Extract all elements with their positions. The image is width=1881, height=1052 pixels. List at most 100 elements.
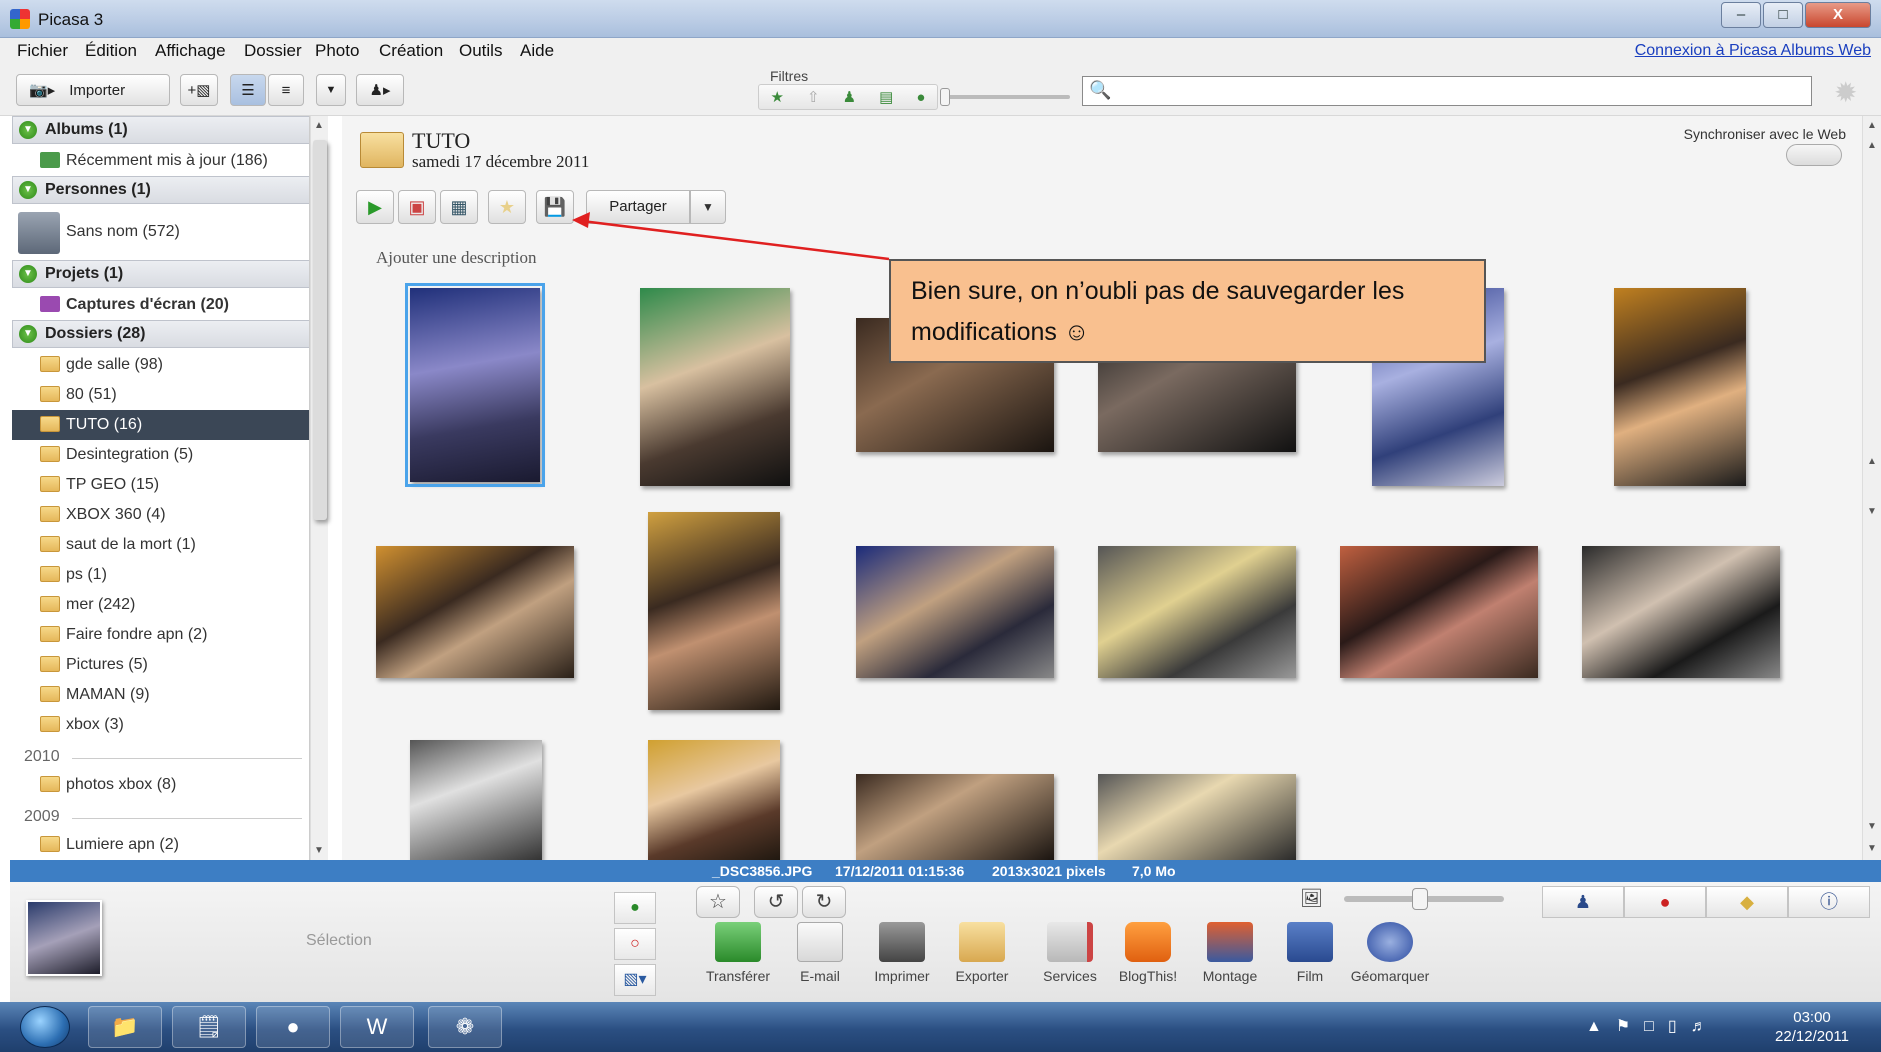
list-view-button[interactable]: ≡ [268,74,304,106]
photo-thumbnail[interactable] [1098,546,1296,678]
sidebar-item-folder[interactable]: Pictures (5) [12,650,309,680]
projects-section-header[interactable]: ▼ Projets (1) [12,260,309,288]
geotag-action[interactable]: Géomarquer [1350,922,1430,984]
filter-upload-icon[interactable]: ⇧ [807,88,820,106]
sidebar-item-folder[interactable]: Faire fondre apn (2) [12,620,309,650]
create-collage-button[interactable]: ▣ [398,190,436,224]
hold-button[interactable]: ● [614,892,656,924]
filter-person-icon[interactable]: ♟ [843,88,856,106]
picasa-taskbar-icon[interactable]: ❁ [428,1006,502,1048]
scroll-down-icon[interactable]: ▼ [314,845,324,856]
movie-action[interactable]: Film [1270,922,1350,984]
scroll-up-icon[interactable]: ▲ [1867,140,1877,151]
rotate-left-button[interactable]: ↺ [754,886,798,918]
sidebar-item-folder[interactable]: gde salle (98) [12,350,309,380]
photo-thumbnail[interactable] [856,546,1054,678]
places-panel-tab[interactable]: ● [1624,886,1706,918]
blogthis-action[interactable]: BlogThis! [1108,922,1188,984]
photo-thumbnail[interactable] [640,288,790,486]
export-action[interactable]: Exporter [942,922,1022,984]
menu-aide[interactable]: Aide [520,41,554,61]
sidebar-item-folder[interactable]: Lumiere apn (2) [12,830,309,860]
print-action[interactable]: Imprimer [862,922,942,984]
picasa-web-login-link[interactable]: Connexion à Picasa Albums Web [1635,42,1871,60]
clear-selection-button[interactable]: ○ [614,928,656,960]
sidebar-item-folder[interactable]: Desintegration (5) [12,440,309,470]
sidebar-item-folder[interactable]: saut de la mort (1) [12,530,309,560]
sidebar-item-folder[interactable]: photos xbox (8) [12,770,309,800]
email-action[interactable]: E-mail [780,922,860,984]
sidebar-item-folder[interactable]: XBOX 360 (4) [12,500,309,530]
view-dropdown-button[interactable]: ▼ [316,74,346,106]
photo-thumbnail-selected[interactable] [405,283,545,487]
menu-dossier[interactable]: Dossier [244,41,302,61]
sidebar-item-folder[interactable]: 80 (51) [12,380,309,410]
photo-thumbnail[interactable] [648,740,780,860]
menu-edition[interactable]: Édition [85,41,137,61]
scroll-bottom-icon[interactable]: ▼ [1867,843,1877,854]
start-button[interactable] [20,1006,70,1048]
add-to-album-button[interactable]: +▧ [180,74,218,106]
scroll-top-icon[interactable]: ▲ [1867,120,1877,131]
thumbnail-view-button[interactable]: ☰ [230,74,266,106]
filter-movie-icon[interactable]: ▤ [879,88,893,106]
people-view-button[interactable]: ♟▸ [356,74,404,106]
taskbar-clock[interactable]: 03:00 22/12/2011 [1775,1008,1849,1046]
share-dropdown-button[interactable]: ▼ [690,190,726,224]
people-panel-tab[interactable]: ♟ [1542,886,1624,918]
sidebar-item-folder[interactable]: mer (242) [12,590,309,620]
filter-geotag-icon[interactable]: ● [916,89,925,106]
sync-web-toggle[interactable] [1786,144,1842,166]
chrome-taskbar-icon[interactable]: ● [256,1006,330,1048]
photo-thumbnail[interactable] [1098,774,1296,860]
notes-taskbar-icon[interactable]: 🗒 [172,1006,246,1048]
collapse-triangle-icon[interactable]: ▼ [19,121,37,139]
photo-thumbnail[interactable] [856,774,1054,860]
collapse-triangle-icon[interactable]: ▼ [19,265,37,283]
album-scrollbar[interactable]: ▲ ▲ ▲ ▼ ▼ ▼ [1862,116,1881,860]
folders-section-header[interactable]: ▼ Dossiers (28) [12,320,309,348]
share-button[interactable]: Partager [586,190,690,224]
sidebar-item-screenshots[interactable]: Captures d'écran (20) [12,290,309,320]
menu-fichier[interactable]: Fichier [17,41,68,61]
scroll-up-icon[interactable]: ▲ [314,120,324,131]
tray-photo-thumbnail[interactable] [26,900,102,976]
menu-affichage[interactable]: Affichage [155,41,226,61]
sidebar-item-folder[interactable]: xbox (3) [12,710,309,740]
tags-panel-tab[interactable]: ◆ [1706,886,1788,918]
collapse-triangle-icon[interactable]: ▼ [19,325,37,343]
slideshow-button[interactable]: ▶ [356,190,394,224]
date-filter-slider-knob[interactable] [940,88,950,106]
create-movie-button[interactable]: ▦ [440,190,478,224]
album-description-field[interactable]: Ajouter une description [376,248,537,268]
sidebar-scrollbar[interactable]: ▲ ▼ [310,116,328,860]
menu-photo[interactable]: Photo [315,41,359,61]
star-album-button[interactable]: ★ [488,190,526,224]
rotate-right-button[interactable]: ↻ [802,886,846,918]
import-button[interactable]: 📷▸ Importer [16,74,170,106]
maximize-button[interactable]: □ [1763,2,1803,28]
explorer-taskbar-icon[interactable]: 📁 [88,1006,162,1048]
menu-creation[interactable]: Création [379,41,443,61]
photo-thumbnail[interactable] [410,740,542,860]
save-button[interactable]: 💾 [536,190,574,224]
word-taskbar-icon[interactable]: W [340,1006,414,1048]
sidebar-item-folder[interactable]: TP GEO (15) [12,470,309,500]
scroll-page-down-icon[interactable]: ▼ [1867,506,1877,517]
system-tray-icons[interactable]: ▲⚑□▯♬ [1586,1016,1721,1036]
services-action[interactable]: Services [1030,922,1110,984]
photo-thumbnail[interactable] [648,512,780,710]
info-panel-tab[interactable]: ⓘ [1788,886,1870,918]
photo-thumbnail[interactable] [1582,546,1780,678]
star-button[interactable]: ☆ [696,886,740,918]
sidebar-item-recent[interactable]: Récemment mis à jour (186) [12,146,309,176]
collage-action[interactable]: Montage [1190,922,1270,984]
sidebar-item-folder[interactable]: ps (1) [12,560,309,590]
photo-thumbnail[interactable] [376,546,574,678]
menu-outils[interactable]: Outils [459,41,502,61]
upload-action[interactable]: Transférer [698,922,778,984]
date-filter-slider[interactable] [945,95,1070,99]
sidebar-item-unnamed-person[interactable]: Sans nom (572) [12,210,309,254]
minimize-button[interactable]: – [1721,2,1761,28]
filter-star-icon[interactable]: ★ [771,88,784,106]
